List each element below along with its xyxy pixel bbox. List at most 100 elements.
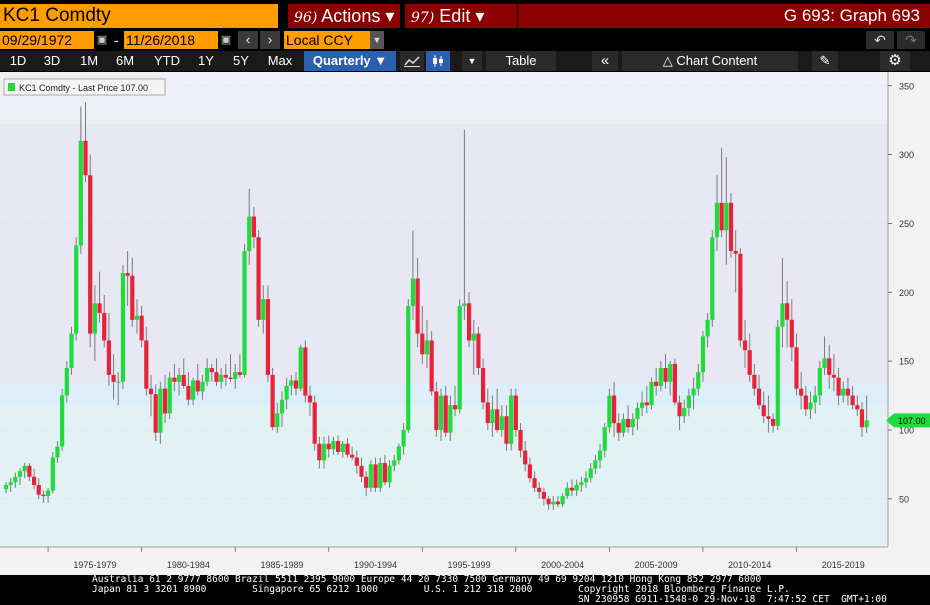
candle-body [200,381,205,392]
candle-body [686,395,692,408]
period-max[interactable]: Max [260,51,300,71]
candle-chart-icon[interactable] [426,51,450,71]
candle-body [527,464,532,479]
x-tick-label: 2015-2019 [822,560,865,570]
candle-body [677,402,682,417]
range-separator: - [114,32,119,48]
collapse-icon[interactable]: « [592,51,618,71]
candle-body [209,368,214,373]
line-chart-icon[interactable] [400,51,424,71]
frequency-select[interactable]: Quarterly ▼ [304,51,396,71]
candle-body [640,402,645,408]
currency-select[interactable]: Local CCY ▼ [284,31,384,49]
candle-body [480,368,486,403]
candle-body [289,380,294,386]
candle-body [83,140,88,176]
candle-body [130,275,135,320]
undo-icon[interactable]: ↶ [866,31,894,49]
ticker-field[interactable]: KC1 Comdty [0,4,278,28]
period-1m[interactable]: 1M [72,51,106,71]
candle-body [635,407,640,419]
candle-body [312,402,317,444]
chart-content-button[interactable]: △ Chart Content [622,51,798,71]
candle [303,340,308,403]
candle-body [611,395,617,424]
candle-body [654,381,659,386]
candle [88,154,93,348]
candle-body [125,273,130,276]
candle-body [340,443,345,452]
x-tick-label: 1980-1984 [167,560,210,570]
price-chart[interactable]: 50 100 150 200 250 300 350 1975-1979 1980-1984 1… [0,72,930,575]
candle-body [17,471,23,477]
next-range-button[interactable]: › [260,31,280,49]
chevron-down-icon: ▼ [370,31,384,49]
candle-body [504,416,509,444]
candle-body [658,368,663,386]
start-date-field[interactable]: 09/29/1972 [0,31,94,49]
candle-body [859,409,865,428]
actions-number: 96) [294,10,318,26]
candle-body [850,395,855,406]
candle-body [789,319,794,348]
period-1d[interactable]: 1D [2,51,34,71]
end-date-field[interactable]: 11/26/2018 [124,31,218,49]
candle-body [490,409,495,424]
actions-menu[interactable]: 96) Actions ▾ [288,4,400,28]
candle-body [69,333,74,369]
candle-body [593,460,598,469]
candle-body [116,381,121,383]
edit-annotation-icon[interactable]: ✎ [812,51,838,71]
x-tick-label: 2000-2004 [541,560,584,570]
candle-body [560,496,565,505]
candle-body [803,395,808,410]
candle [69,326,74,375]
period-ytd[interactable]: YTD [146,51,188,71]
candle-body [724,202,729,231]
chart-content-icon: △ [662,53,677,68]
candle-body [766,416,771,419]
candle-body [354,457,359,466]
candle-body [102,312,107,341]
x-tick-label: 1975-1979 [73,560,116,570]
candle-body [359,465,364,477]
edit-menu[interactable]: 97) Edit ▾ [405,4,517,28]
candle-body [738,253,743,341]
candle-body [752,374,757,389]
candle-body [836,377,841,396]
period-3d[interactable]: 3D [36,51,68,71]
redo-icon[interactable]: ↷ [897,31,925,49]
candle-body [443,395,448,433]
candle [429,330,434,396]
x-tick-label: 2005-2009 [635,560,678,570]
candle [728,193,734,258]
footer-session-line: SN 230958 G911-1548-0 29-Nov-18 7:47:52 … [578,594,887,605]
start-calendar-icon[interactable]: ▣ [96,33,108,47]
candle-body [710,237,715,320]
prev-range-button[interactable]: ‹ [238,31,258,49]
period-6m[interactable]: 6M [108,51,142,71]
candle-body [672,363,677,403]
candle-body [64,368,69,396]
settings-gear-icon[interactable]: ⚙ [880,51,910,71]
candle-body [485,402,490,424]
candle-body [293,380,299,389]
candle-body [237,372,242,375]
chart-type-dropdown-icon[interactable]: ▼ [462,51,482,71]
end-calendar-icon[interactable]: ▣ [220,33,232,47]
footer: Australia 61 2 9777 8600 Brazil 5511 239… [0,575,930,605]
candle-body [415,278,420,334]
candle-body [448,405,453,433]
legend-box[interactable]: KC1 Comdty - Last Price 107.00 [3,78,166,96]
candle-body [583,478,589,483]
period-1y[interactable]: 1Y [190,51,222,71]
candle-body [31,476,37,486]
period-5y[interactable]: 5Y [224,51,258,71]
table-button[interactable]: Table [486,51,556,71]
candle-body [275,413,280,428]
candle-body [700,336,706,373]
candle-body [181,374,186,386]
candle-body [396,446,402,461]
candle-body [387,465,392,483]
candle-body [728,202,734,251]
